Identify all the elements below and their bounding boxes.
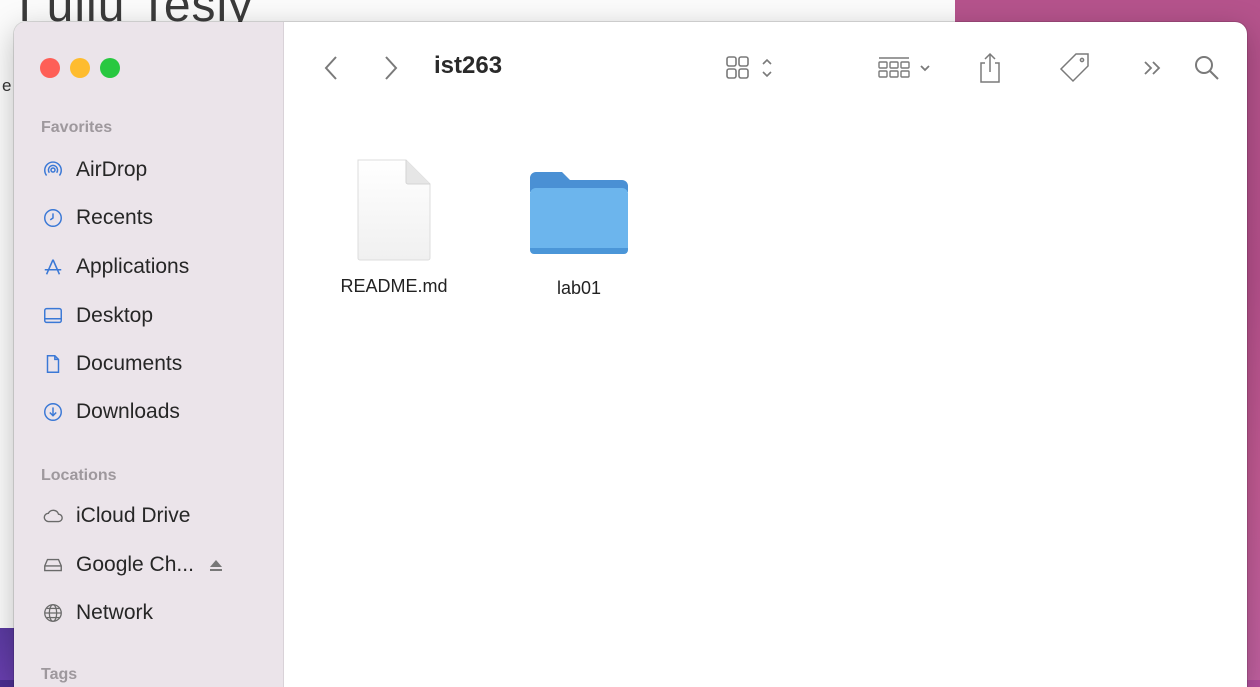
sidebar-item-label: Google Ch... <box>76 553 194 576</box>
window-controls <box>40 58 120 78</box>
folder-icon <box>530 172 628 254</box>
sidebar-header-tags: Tags <box>41 666 78 683</box>
airdrop-icon <box>40 157 66 183</box>
group-icon <box>878 57 930 78</box>
network-icon <box>40 600 66 626</box>
file-name: lab01 <box>556 278 602 298</box>
share-button[interactable] <box>975 50 1005 86</box>
share-icon <box>980 52 1000 83</box>
more-icon <box>1144 61 1161 75</box>
sidebar-item-label: Desktop <box>76 304 154 327</box>
sidebar-item-documents[interactable]: Documents <box>40 349 182 379</box>
sidebar-item-recents[interactable]: Recents <box>40 203 153 233</box>
document-icon <box>357 159 431 261</box>
sidebar-item-desktop[interactable]: Desktop <box>40 301 153 331</box>
sidebar-item-label: Recents <box>76 206 154 229</box>
sidebar: Favorites AirDrop Recents Applications D… <box>14 22 284 687</box>
search-icon <box>1195 56 1219 80</box>
icon-view-icon <box>726 56 772 79</box>
sidebar-item-applications[interactable]: Applications <box>40 252 189 282</box>
sidebar-item-label: iCloud Drive <box>76 504 191 527</box>
view-options-button[interactable] <box>723 52 787 84</box>
applications-icon <box>40 254 66 280</box>
minimize-button[interactable] <box>70 58 90 78</box>
sidebar-item-label: Downloads <box>76 400 180 423</box>
search-button[interactable] <box>1191 52 1223 84</box>
file-item-lab01[interactable]: lab01 <box>509 164 649 299</box>
tag-icon <box>1059 53 1089 83</box>
sidebar-item-label: AirDrop <box>76 158 148 181</box>
sidebar-item-label: Applications <box>76 255 190 278</box>
file-item-readme[interactable]: README.md <box>324 158 464 297</box>
finder-window: Favorites AirDrop Recents Applications D… <box>14 22 1247 687</box>
background-document-text: e <box>2 76 12 95</box>
tag-button[interactable] <box>1055 50 1095 86</box>
clock-icon <box>40 205 66 231</box>
sidebar-item-label: Documents <box>76 352 183 375</box>
toolbar: ist263 <box>283 22 1247 122</box>
more-button[interactable] <box>1139 54 1167 82</box>
file-browser-content: README.md lab01 <box>283 122 1247 687</box>
eject-icon[interactable] <box>208 557 224 573</box>
close-button[interactable] <box>40 58 60 78</box>
sidebar-item-icloud-drive[interactable]: iCloud Drive <box>40 501 190 531</box>
sidebar-item-downloads[interactable]: Downloads <box>40 397 180 427</box>
cloud-icon <box>40 503 66 529</box>
window-title: ist263 <box>434 52 503 79</box>
file-name: README.md <box>340 276 448 296</box>
document-icon <box>40 351 66 377</box>
drive-icon <box>40 552 66 578</box>
group-button[interactable] <box>875 52 945 84</box>
sidebar-header-favorites: Favorites <box>41 119 113 136</box>
desktop-icon <box>40 303 66 329</box>
download-icon <box>40 399 66 425</box>
sidebar-item-google-drive[interactable]: Google Ch... <box>40 550 224 580</box>
zoom-button[interactable] <box>100 58 120 78</box>
forward-icon <box>385 56 398 80</box>
sidebar-item-label: Network <box>76 601 154 624</box>
back-icon <box>324 56 337 80</box>
sidebar-item-network[interactable]: Network <box>40 598 153 628</box>
sidebar-header-locations: Locations <box>41 467 117 484</box>
forward-button[interactable] <box>379 52 403 84</box>
back-button[interactable] <box>319 52 343 84</box>
sidebar-item-airdrop[interactable]: AirDrop <box>40 155 147 185</box>
